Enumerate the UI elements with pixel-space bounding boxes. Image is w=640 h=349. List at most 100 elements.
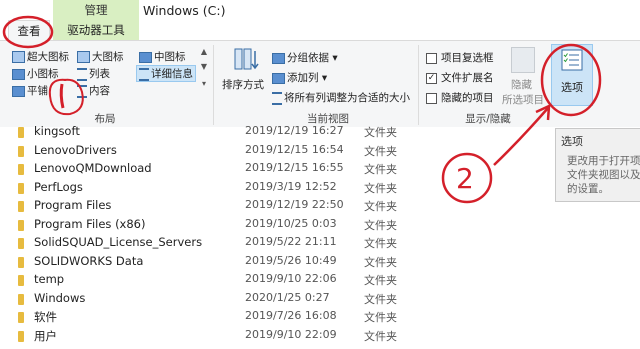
size-all-columns-button[interactable]: 将所有列调整为合适的大小 bbox=[272, 90, 410, 105]
size-all-columns-label: 将所有列调整为合适的大小 bbox=[284, 92, 410, 104]
file-date-modified: 2019/12/19 22:50 bbox=[245, 198, 344, 211]
layout-medium-icons[interactable]: 中图标 bbox=[139, 49, 186, 64]
file-date-modified: 2019/12/19 16:27 bbox=[245, 124, 344, 137]
file-extensions-toggle[interactable]: ✓ 文件扩展名 bbox=[426, 70, 494, 85]
file-date-modified: 2019/12/15 16:54 bbox=[245, 142, 344, 156]
tiles-label: 平铺 bbox=[27, 85, 48, 97]
hide-selected-line2[interactable]: 所选项目 bbox=[502, 92, 544, 107]
file-date-modified: 2019/9/10 22:09 bbox=[245, 327, 337, 341]
file-date-modified: 2019/5/22 21:11 bbox=[245, 235, 337, 248]
folder-icon bbox=[18, 145, 24, 157]
hidden-items-checkbox[interactable] bbox=[426, 92, 437, 104]
options-button[interactable]: 选项 bbox=[551, 44, 593, 106]
hidden-items-toggle[interactable]: 隐藏的项目 bbox=[426, 90, 494, 105]
folder-icon bbox=[18, 293, 24, 305]
file-date-modified: 2019/7/26 16:08 bbox=[245, 309, 337, 322]
add-columns-button[interactable]: 添加列 ▾ bbox=[272, 70, 327, 85]
item-checkboxes-label: 项目复选框 bbox=[441, 52, 494, 64]
large-icons-label: 大图标 bbox=[92, 51, 124, 63]
file-date-modified: 2019/10/25 0:03 bbox=[245, 216, 337, 230]
layout-small-icons[interactable]: 小图标 bbox=[12, 66, 59, 81]
folder-icon bbox=[18, 164, 24, 175]
file-name: Program Files (x86) bbox=[34, 216, 146, 231]
item-checkboxes-checkbox[interactable] bbox=[426, 52, 437, 64]
add-columns-icon bbox=[272, 72, 285, 84]
file-row[interactable]: Program Files (x86) 2019/10/25 0:03 文件夹 bbox=[0, 216, 540, 235]
file-row[interactable]: kingsoft 2019/12/19 16:27 文件夹 bbox=[0, 123, 540, 142]
layout-expand-icon[interactable]: ▾ bbox=[199, 79, 209, 89]
title-bar: 管理 Windows (C:) bbox=[0, 0, 640, 20]
layout-content[interactable]: 内容 bbox=[77, 83, 110, 98]
file-row[interactable]: LenovoDrivers 2019/12/15 16:54 文件夹 bbox=[0, 142, 540, 161]
file-row[interactable]: SolidSQUAD_License_Servers 2019/5/22 21:1… bbox=[0, 234, 540, 253]
ribbon: 超大图标 大图标 中图标 小图标 列表 详细信息 平铺 内容 ▲ ▼ ▾ 布局 … bbox=[0, 41, 640, 128]
details-icon bbox=[139, 67, 149, 81]
file-name: SolidSQUAD_License_Servers bbox=[34, 235, 203, 249]
layout-details[interactable]: 详细信息 bbox=[136, 65, 196, 82]
folder-icon bbox=[18, 182, 24, 194]
hide-selected-line1[interactable]: 隐藏 bbox=[511, 77, 532, 92]
file-name: LenovoDrivers bbox=[34, 142, 117, 157]
file-type: 文件夹 bbox=[364, 144, 397, 158]
file-row[interactable]: temp 2019/9/10 22:06 文件夹 bbox=[0, 271, 540, 290]
layout-scroll-up-icon[interactable]: ▲ bbox=[199, 47, 209, 57]
file-row[interactable]: Windows 2020/1/25 0:27 文件夹 bbox=[0, 290, 540, 309]
layout-large-icons[interactable]: 大图标 bbox=[77, 49, 124, 64]
file-row[interactable]: 用户 2019/9/10 22:09 文件夹 bbox=[0, 327, 540, 346]
file-name: 用户 bbox=[34, 328, 57, 343]
file-date-modified: 2020/1/25 0:27 bbox=[245, 290, 330, 304]
file-name: temp bbox=[34, 272, 65, 286]
file-list: kingsoft 2019/12/19 16:27 文件夹 LenovoDrivers… bbox=[0, 124, 640, 349]
folder-icon bbox=[18, 219, 24, 231]
file-type: 文件夹 bbox=[364, 181, 397, 195]
small-icons-label: 小图标 bbox=[27, 68, 59, 80]
sort-by-button[interactable]: 排序方式 bbox=[222, 77, 264, 92]
small-icons-icon bbox=[12, 68, 25, 80]
file-type: 文件夹 bbox=[364, 329, 397, 343]
file-date-modified: 2019/9/10 22:06 bbox=[245, 272, 337, 285]
file-row[interactable]: SOLIDWORKS Data 2019/5/26 10:49 文件夹 bbox=[0, 253, 540, 272]
hide-selected-icon bbox=[511, 47, 535, 73]
file-row[interactable]: LenovoQMDownload 2019/12/15 16:55 文件夹 bbox=[0, 160, 540, 179]
folder-icon bbox=[18, 238, 24, 249]
folder-icon bbox=[18, 330, 24, 342]
group-by-button[interactable]: 分组依据 ▾ bbox=[272, 50, 338, 65]
layout-extra-large-icons[interactable]: 超大图标 bbox=[12, 49, 69, 64]
extra-large-icons-label: 超大图标 bbox=[27, 51, 69, 63]
size-columns-icon bbox=[272, 91, 282, 105]
content-icon bbox=[77, 84, 87, 98]
layout-tiles[interactable]: 平铺 bbox=[12, 83, 48, 98]
file-type: 文件夹 bbox=[364, 274, 397, 287]
file-name: PerfLogs bbox=[34, 179, 83, 194]
folder-icon bbox=[18, 127, 24, 138]
extra-large-icons-icon bbox=[12, 51, 25, 63]
tab-drive-tools[interactable]: 驱动器工具 bbox=[53, 20, 139, 40]
large-icons-icon bbox=[77, 51, 90, 63]
file-type: 文件夹 bbox=[364, 200, 397, 213]
options-icon bbox=[561, 49, 583, 71]
file-name: kingsoft bbox=[34, 124, 80, 138]
folder-icon bbox=[18, 201, 24, 212]
file-name: 软件 bbox=[34, 310, 57, 324]
tiles-icon bbox=[12, 85, 25, 97]
item-checkboxes-toggle[interactable]: 项目复选框 bbox=[426, 50, 494, 65]
add-columns-label: 添加列 bbox=[287, 72, 319, 84]
file-row[interactable]: Program Files 2019/12/19 22:50 文件夹 bbox=[0, 197, 540, 216]
layout-scroll-down-icon[interactable]: ▼ bbox=[199, 62, 209, 72]
folder-icon bbox=[18, 275, 24, 286]
sort-by-icon bbox=[234, 48, 259, 70]
options-label: 选项 bbox=[561, 81, 583, 94]
file-type: 文件夹 bbox=[364, 237, 397, 250]
tab-view[interactable]: 查看 bbox=[8, 20, 50, 42]
file-extensions-checkbox[interactable]: ✓ bbox=[426, 72, 437, 84]
layout-list[interactable]: 列表 bbox=[77, 66, 110, 81]
file-type: 文件夹 bbox=[364, 163, 397, 176]
file-name: Program Files bbox=[34, 198, 112, 212]
manage-tab[interactable]: 管理 bbox=[53, 0, 139, 20]
file-row[interactable]: PerfLogs 2019/3/19 12:52 文件夹 bbox=[0, 179, 540, 198]
file-row[interactable]: 软件 2019/7/26 16:08 文件夹 bbox=[0, 308, 540, 327]
medium-icons-label: 中图标 bbox=[154, 51, 186, 63]
folder-icon bbox=[18, 312, 24, 323]
folder-icon bbox=[18, 256, 24, 268]
ribbon-tab-row: 查看 驱动器工具 bbox=[0, 20, 640, 42]
